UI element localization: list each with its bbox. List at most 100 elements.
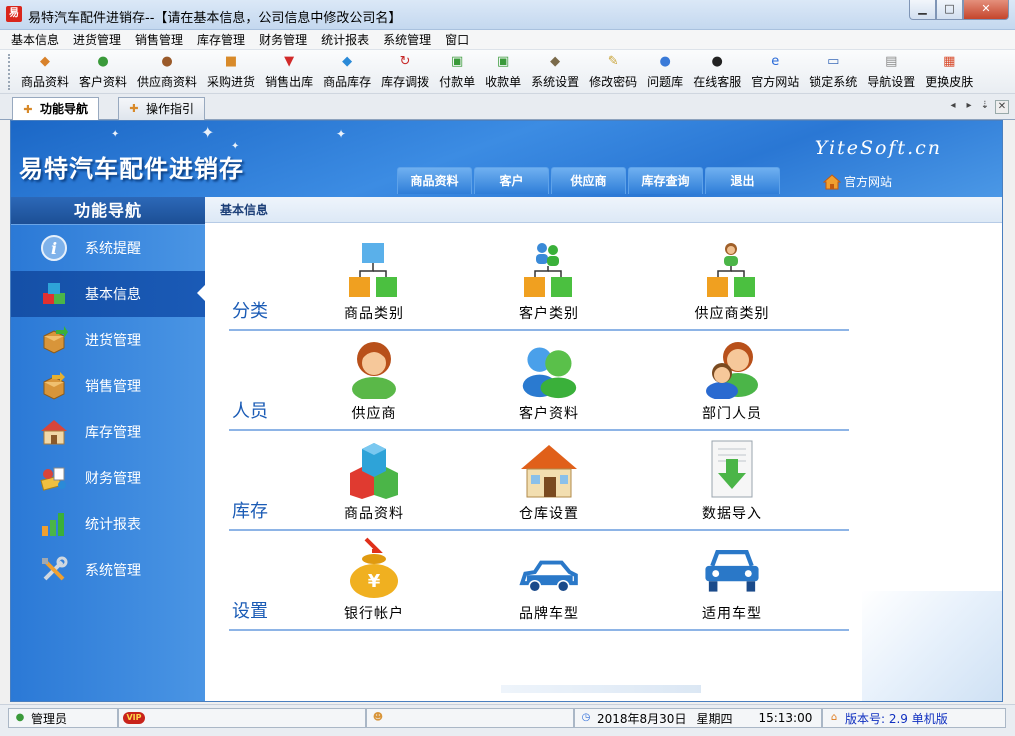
supplier-person-icon: [344, 339, 404, 399]
shortcut-product-info[interactable]: 商品资料: [304, 431, 444, 527]
toolbar-button-lock[interactable]: ▭ 锁定系统: [804, 50, 862, 93]
menu-inventory[interactable]: 库存管理: [190, 30, 252, 49]
tab-function-nav[interactable]: ✚ 功能导航: [12, 97, 100, 121]
sparkle-icon: ✦: [111, 129, 120, 140]
toolbar-button-label: 官方网站: [751, 75, 800, 89]
vip-badge: VIP: [123, 712, 145, 724]
qq-icon: ●: [711, 54, 723, 69]
customer-people-icon: [519, 339, 579, 399]
menu-purchase[interactable]: 进货管理: [66, 30, 128, 49]
svg-text:i: i: [51, 239, 57, 258]
shortcut-applicable-models[interactable]: 适用车型: [662, 531, 802, 627]
sidebar-item-finance[interactable]: 财务管理: [11, 455, 205, 501]
shortcut-supplier[interactable]: 供应商: [304, 331, 444, 427]
header-tab-exit[interactable]: 退出: [705, 167, 780, 194]
toolbar-button-label: 商品库存: [323, 75, 372, 89]
toolbar-button-payment[interactable]: ▣ 付款单: [434, 50, 480, 93]
tab-prev-icon[interactable]: ◂: [947, 100, 959, 114]
shortcut-product-category[interactable]: 商品类别: [304, 231, 444, 327]
version-label: 版本号: 2.9 单机版: [845, 711, 948, 726]
shortcut-warehouse-settings[interactable]: 仓库设置: [479, 431, 619, 527]
official-site-link[interactable]: 官方网站: [823, 173, 892, 190]
sidebar-item-system[interactable]: 系统管理: [11, 547, 205, 593]
shortcut-label: 银行帐户: [344, 606, 404, 622]
keyboard-decoration: [862, 591, 1002, 701]
app-title: 易特汽车配件进销存: [19, 154, 244, 183]
menu-window[interactable]: 窗口: [438, 30, 476, 49]
official-site-label: 官方网站: [844, 175, 893, 189]
toolbar-button-customers[interactable]: ● 客户资料: [74, 50, 132, 93]
status-bar: ● 管理员 VIP ☻ ◷ 2018年8月30日 星期四 15:13:00 ⌂ …: [0, 704, 1015, 736]
row-label: 人员: [232, 401, 268, 422]
bar-chart-icon: [39, 509, 69, 539]
menu-reports[interactable]: 统计报表: [314, 30, 376, 49]
shortcut-label: 品牌车型: [519, 606, 579, 622]
row-personnel: 人员 供应商 客户资料 部门人员: [229, 331, 849, 431]
toolbar-button-label: 系统设置: [531, 75, 580, 89]
sidebar-item-inventory[interactable]: 库存管理: [11, 409, 205, 455]
warehouse-icon: [39, 417, 69, 447]
users-icon: ●: [15, 712, 25, 723]
tab-operation-guide[interactable]: ✚ 操作指引: [118, 97, 206, 120]
sidebar-item-system-reminder[interactable]: i 系统提醒: [11, 225, 205, 271]
customer-tree-icon: [519, 239, 579, 299]
truck-icon: ■: [224, 54, 238, 69]
toolbar-button-qa[interactable]: ● 问题库: [642, 50, 688, 93]
toolbar-button-settings[interactable]: ◆ 系统设置: [526, 50, 584, 93]
row-settings: 设置 ¥ 银行帐户 品牌车型 适用车型: [229, 531, 849, 631]
toolbar-button-label: 更换皮肤: [925, 75, 974, 89]
toolbar-button-receipt[interactable]: ▣ 收款单: [480, 50, 526, 93]
shortcut-label: 商品资料: [344, 506, 404, 522]
shortcut-customer-category[interactable]: 客户类别: [479, 231, 619, 327]
toolbar-button-key[interactable]: ✎ 修改密码: [584, 50, 642, 93]
header-tab-customers[interactable]: 客户: [474, 167, 549, 194]
main-frame: ✦ ✦ ✦ ✦ 易特汽车配件进销存 YiteSoft.cn 商品资料 客户 供应…: [10, 120, 1003, 702]
toolbar-button-truck[interactable]: ■ 采购进货: [202, 50, 260, 93]
money-bag-icon: ¥: [344, 537, 404, 599]
header-tab-stock-query[interactable]: 库存查询: [628, 167, 703, 194]
menu-finance[interactable]: 财务管理: [252, 30, 314, 49]
minimize-button[interactable]: ▁: [909, 0, 936, 20]
shortcut-brand-models[interactable]: 品牌车型: [479, 531, 619, 627]
tab-close-icon[interactable]: ✕: [995, 100, 1009, 114]
shortcut-customer-info[interactable]: 客户资料: [479, 331, 619, 427]
status-time: 15:13:00: [758, 711, 813, 725]
sidebar-item-sales[interactable]: 销售管理: [11, 363, 205, 409]
staff-people-icon: [702, 339, 762, 399]
payment-icon: ▣: [450, 54, 464, 69]
shortcut-staff[interactable]: 部门人员: [662, 331, 802, 427]
window-controls: ▁ □ ✕: [909, 0, 1009, 20]
toolbar-button-basket[interactable]: ▼ 销售出库: [260, 50, 318, 93]
sidebar-item-basic-info[interactable]: 基本信息: [11, 271, 205, 317]
toolbar-button-ie[interactable]: e 官方网站: [746, 50, 804, 93]
tab-next-icon[interactable]: ▸: [963, 100, 975, 114]
shortcut-data-import[interactable]: 数据导入: [662, 431, 802, 527]
header-tabs: 商品资料 客户 供应商 库存查询 退出: [397, 167, 780, 194]
maximize-button[interactable]: □: [936, 0, 963, 20]
menu-basic-info[interactable]: 基本信息: [4, 30, 66, 49]
header-tab-products[interactable]: 商品资料: [397, 167, 472, 194]
menu-system[interactable]: 系统管理: [376, 30, 438, 49]
sidebar-item-reports[interactable]: 统计报表: [11, 501, 205, 547]
status-weekday: 星期四: [696, 711, 733, 726]
toolbar-button-skin[interactable]: ▦ 更换皮肤: [920, 50, 978, 93]
toolbar-button-nav-settings[interactable]: ▤ 导航设置: [862, 50, 920, 93]
toolbar-button-box[interactable]: ◆ 商品资料: [16, 50, 74, 93]
info-icon: i: [39, 233, 69, 263]
shortcut-bank-account[interactable]: ¥ 银行帐户: [304, 531, 444, 627]
ie-icon: e: [771, 54, 780, 69]
toolbar-button-transfer[interactable]: ↻ 库存调拨: [376, 50, 434, 93]
header-tab-suppliers[interactable]: 供应商: [551, 167, 626, 194]
key-icon: ✎: [607, 54, 619, 69]
toolbar-grip[interactable]: [8, 54, 12, 90]
close-button[interactable]: ✕: [963, 0, 1009, 20]
shortcut-supplier-category[interactable]: 供应商类别: [662, 231, 802, 327]
toolbar-button-qq[interactable]: ● 在线客服: [688, 50, 746, 93]
status-user: ● 管理员: [8, 708, 118, 728]
sidebar-item-purchase[interactable]: 进货管理: [11, 317, 205, 363]
tab-list-icon[interactable]: ⇣: [979, 100, 991, 114]
toolbar-button-supplier[interactable]: ● 供应商资料: [132, 50, 202, 93]
shortcut-label: 仓库设置: [519, 506, 579, 522]
menu-sales[interactable]: 销售管理: [128, 30, 190, 49]
toolbar-button-stock[interactable]: ◆ 商品库存: [318, 50, 376, 93]
